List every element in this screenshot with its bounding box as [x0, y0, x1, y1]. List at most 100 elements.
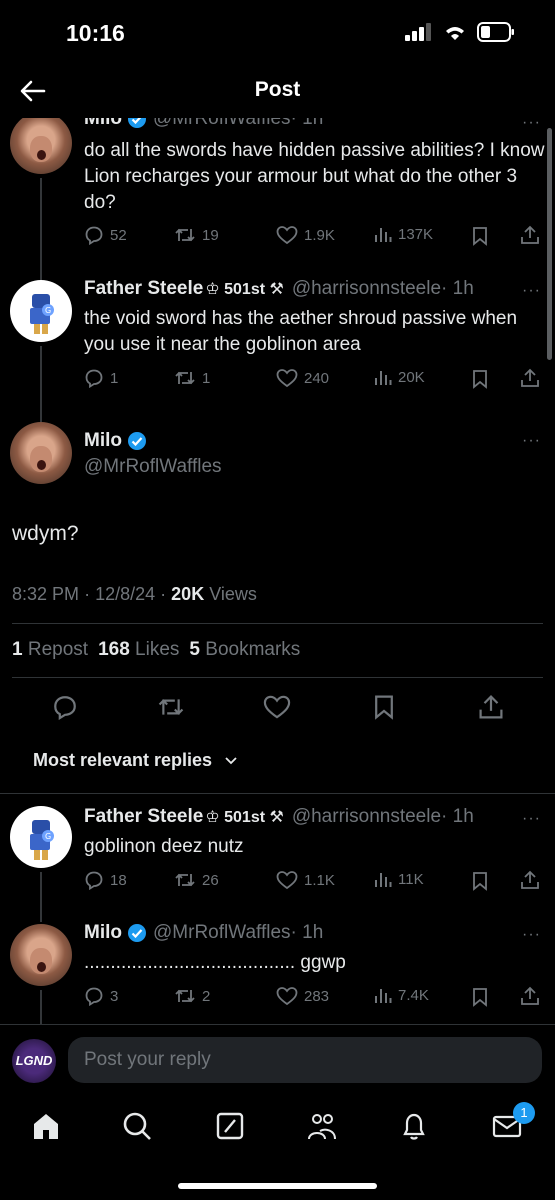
repost-count: 19 [202, 226, 219, 244]
repost-action[interactable]: 26 [174, 870, 219, 890]
sort-replies-dropdown[interactable]: Most relevant replies [33, 750, 238, 771]
reply-count: 18 [110, 871, 127, 889]
author-handle[interactable]: @MrRoflWaffles [153, 922, 291, 944]
main-post-actions [0, 694, 555, 724]
bookmark-icon[interactable] [472, 871, 488, 891]
more-options-icon[interactable]: ··· [522, 282, 541, 300]
views-action[interactable]: 7.4K [374, 986, 429, 1004]
repost-count: 1 [202, 369, 211, 387]
main-post-author[interactable]: Milo [84, 430, 153, 452]
share-icon[interactable] [478, 694, 504, 720]
thread-line [40, 990, 42, 1024]
reply-action[interactable]: 3 [84, 986, 118, 1006]
likes-stat[interactable]: 168 Likes [98, 639, 179, 661]
reply-author[interactable]: Father Steele ♔ 501st ⚒ @harrisonnsteele… [84, 806, 474, 828]
sort-label: Most relevant replies [33, 750, 213, 770]
thread-line [40, 872, 42, 922]
author-name[interactable]: Milo [84, 430, 122, 452]
post-feed[interactable]: Milo @MrRoflWaffles · 1h ··· do all the … [0, 118, 555, 1024]
heart-icon [276, 871, 298, 890]
bookmark-icon[interactable] [472, 987, 488, 1007]
tweet-1[interactable]: Milo @MrRoflWaffles · 1h ··· do all the … [0, 118, 555, 288]
home-icon[interactable] [29, 1109, 63, 1143]
tweet-author[interactable]: Milo @MrRoflWaffles · 1h [84, 118, 323, 130]
main-post-stats: 1 Repost 168 Likes 5 Bookmarks [12, 639, 300, 661]
divider [0, 793, 555, 794]
reply-icon [85, 226, 103, 245]
reply-time: · 1h [441, 806, 474, 827]
tweet-2-author[interactable]: Father Steele ♔ 501st ⚒ @harrisonnsteele… [84, 278, 474, 300]
current-user-avatar[interactable]: LGND [12, 1039, 56, 1083]
bookmarks-label: Bookmarks [205, 639, 301, 660]
post-header: Post [0, 64, 555, 118]
reply-action[interactable]: 1 [84, 368, 118, 388]
repost-icon[interactable] [157, 694, 185, 720]
verified-badge-icon [128, 118, 146, 128]
reposts-label: Repost [27, 639, 89, 660]
like-action[interactable]: 283 [276, 986, 329, 1006]
author-name-suffix: ♔ 501st ⚒ [205, 281, 284, 298]
communities-icon[interactable] [305, 1109, 339, 1143]
more-options-icon[interactable]: ··· [522, 432, 541, 450]
views-action[interactable]: 20K [374, 368, 425, 386]
reply-avatar[interactable]: G [10, 806, 72, 868]
author-name[interactable]: Father Steele [84, 278, 203, 300]
thread-line [40, 346, 42, 426]
reply-bar: LGND Post your reply [0, 1024, 555, 1099]
views-action[interactable]: 137K [374, 225, 433, 243]
author-name[interactable]: Milo [84, 922, 122, 944]
like-action[interactable]: 1.1K [276, 870, 335, 890]
main-post-avatar[interactable] [10, 422, 72, 484]
share-icon[interactable] [520, 225, 540, 245]
scrollbar[interactable] [547, 128, 552, 360]
heart-icon[interactable] [263, 694, 291, 720]
views-action[interactable]: 11K [374, 870, 424, 888]
meta-separator: · [84, 584, 91, 604]
reply-author[interactable]: Milo @MrRoflWaffles · 1h [84, 922, 323, 944]
author-name[interactable]: Father Steele [84, 806, 203, 828]
more-options-icon[interactable]: ··· [522, 118, 541, 132]
share-icon[interactable] [520, 870, 540, 890]
search-icon[interactable] [120, 1109, 154, 1143]
reply-action[interactable]: 52 [84, 225, 127, 245]
more-options-icon[interactable]: ··· [522, 810, 541, 828]
bookmarks-count: 5 [189, 639, 200, 660]
avatar[interactable]: G [10, 280, 72, 342]
repost-action[interactable]: 19 [174, 225, 219, 245]
repost-action[interactable]: 1 [174, 368, 210, 388]
repost-icon [175, 989, 195, 1003]
main-post-handle[interactable]: @MrRoflWaffles [84, 456, 222, 478]
bookmark-icon[interactable] [472, 369, 488, 389]
reply-icon[interactable] [52, 694, 78, 720]
views-count: 20K [398, 368, 425, 386]
more-options-icon[interactable]: ··· [522, 926, 541, 944]
reposts-count: 1 [12, 639, 23, 660]
reply-avatar[interactable] [10, 924, 72, 986]
repost-action[interactable]: 2 [174, 986, 210, 1006]
author-name[interactable]: Milo [84, 118, 122, 130]
notifications-icon[interactable] [397, 1109, 431, 1143]
bookmark-icon[interactable] [472, 226, 488, 246]
reply-action[interactable]: 18 [84, 870, 127, 890]
grok-icon[interactable] [213, 1109, 247, 1143]
reply-input[interactable]: Post your reply [68, 1037, 542, 1083]
like-action[interactable]: 1.9K [276, 225, 335, 245]
divider [12, 623, 543, 624]
status-bar: 10:16 [0, 0, 555, 64]
avatar[interactable] [10, 118, 72, 174]
post-time: 8:32 PM [12, 584, 80, 604]
author-handle[interactable]: @harrisonnsteele [292, 806, 441, 828]
share-icon[interactable] [520, 368, 540, 388]
like-action[interactable]: 240 [276, 368, 329, 388]
like-count: 1.9K [304, 226, 335, 244]
author-handle[interactable]: @MrRoflWaffles [153, 118, 291, 130]
author-handle[interactable]: @harrisonnsteele [292, 278, 441, 300]
reposts-stat[interactable]: 1 Repost [12, 639, 88, 661]
bookmark-icon[interactable] [373, 694, 395, 720]
svg-text:G: G [45, 306, 51, 315]
author-name-suffix: ♔ 501st ⚒ [205, 809, 284, 826]
bookmarks-stat[interactable]: 5 Bookmarks [189, 639, 300, 661]
home-indicator[interactable] [178, 1183, 377, 1189]
share-icon[interactable] [520, 986, 540, 1006]
verified-badge-icon [128, 924, 146, 942]
